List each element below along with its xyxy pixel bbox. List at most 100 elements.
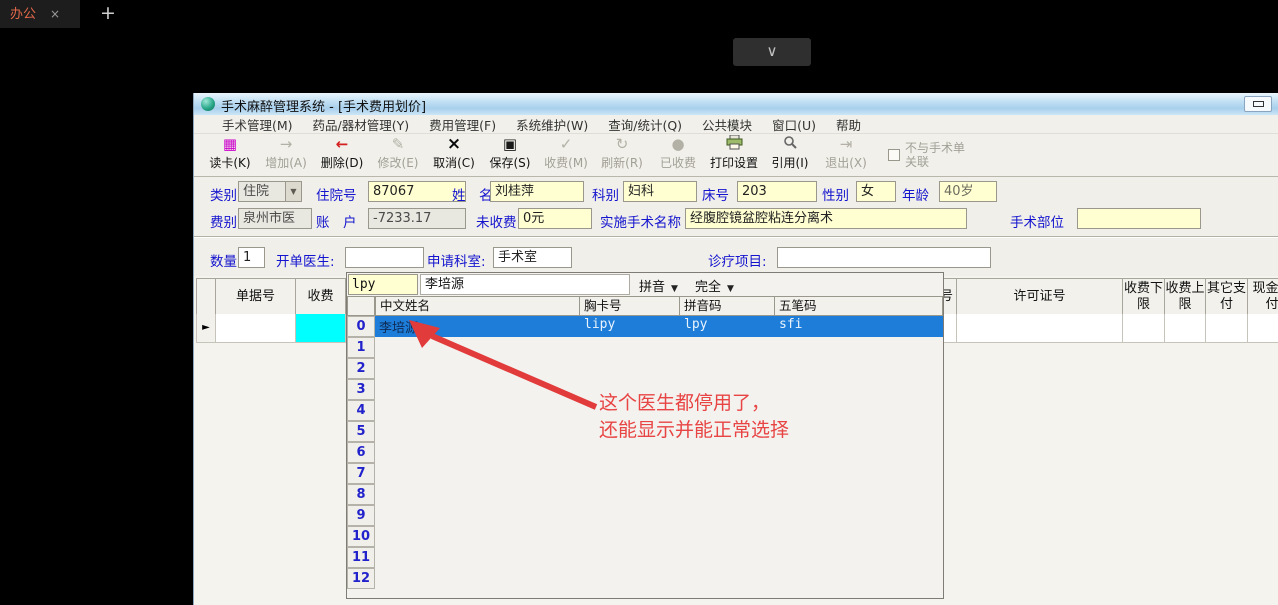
menu-item-maintenance[interactable]: 系统维护(W) bbox=[516, 115, 588, 134]
qty-field[interactable]: 1 bbox=[238, 247, 265, 268]
match-name-box: 李培源 bbox=[420, 274, 630, 295]
menu-item-window[interactable]: 窗口(U) bbox=[772, 115, 816, 134]
request-dept-field[interactable]: 手术室 bbox=[493, 247, 572, 268]
bed-field[interactable]: 203 bbox=[737, 181, 817, 202]
row-number-7[interactable]: 7 bbox=[347, 463, 375, 484]
grid-header-other-pay[interactable]: 其它支付 bbox=[1205, 278, 1248, 315]
category-select[interactable]: 住院 ▼ bbox=[238, 181, 302, 202]
row-number-3[interactable]: 3 bbox=[347, 379, 375, 400]
age-label: 年龄 bbox=[902, 188, 929, 204]
grid-cell-other[interactable] bbox=[1205, 314, 1248, 343]
account-field[interactable]: -7233.17 bbox=[368, 208, 466, 229]
tab-office-label: 办公 bbox=[10, 7, 37, 22]
lookup-header-wubi[interactable]: 五笔码 bbox=[774, 296, 943, 316]
new-tab-button[interactable]: + bbox=[96, 0, 120, 28]
grid-header-indicator bbox=[196, 278, 216, 315]
menu-item-public[interactable]: 公共模块 bbox=[702, 115, 752, 134]
surgery-name-field[interactable]: 经腹腔镜盆腔粘连分离术 bbox=[685, 208, 967, 229]
charge-icon: ✓ bbox=[559, 135, 573, 153]
patient-name-label: 姓 名 bbox=[452, 188, 493, 204]
grid-cell-license[interactable] bbox=[956, 314, 1123, 343]
refresh-icon: ↻ bbox=[615, 135, 629, 153]
minimize-icon bbox=[1253, 101, 1264, 107]
cancel-button[interactable]: × 取消(C) bbox=[426, 135, 482, 175]
cancel-icon: × bbox=[446, 134, 462, 154]
grid-header-cash-pay[interactable]: 现金支付 bbox=[1247, 278, 1278, 315]
combo-arrow-icon[interactable]: ▼ bbox=[285, 182, 301, 201]
delete-button[interactable]: ← 删除(D) bbox=[314, 135, 370, 175]
grid-header-max-charge[interactable]: 收费上限 bbox=[1164, 278, 1206, 315]
doctor-query-input[interactable]: lpy bbox=[348, 274, 418, 295]
grid-header-license[interactable]: 许可证号 bbox=[956, 278, 1123, 315]
grid-cell-max[interactable] bbox=[1164, 314, 1206, 343]
collapse-chevron-button[interactable]: ∨ bbox=[733, 38, 811, 66]
reference-button[interactable]: 引用(I) bbox=[762, 135, 818, 175]
category-label: 类别 bbox=[210, 188, 237, 204]
grid-header-receipt[interactable]: 单据号 bbox=[215, 278, 296, 315]
grid-cell-cash[interactable] bbox=[1247, 314, 1278, 343]
grid-cell-min[interactable] bbox=[1122, 314, 1165, 343]
match-mode-select[interactable]: 完全 ▼ bbox=[695, 276, 734, 295]
grid-header-min-charge[interactable]: 收费下限 bbox=[1122, 278, 1165, 315]
lookup-header-corner bbox=[347, 296, 375, 316]
row-number-9[interactable]: 9 bbox=[347, 505, 375, 526]
fee-type-label: 费别 bbox=[210, 215, 237, 231]
lookup-header-pinyin[interactable]: 拼音码 bbox=[679, 296, 775, 316]
printer-icon bbox=[706, 134, 762, 154]
row-number-10[interactable]: 10 bbox=[347, 526, 375, 547]
unpaid-field[interactable]: 0元 bbox=[518, 208, 592, 229]
grid-cell-charge-selected[interactable] bbox=[295, 314, 346, 343]
row-number-5[interactable]: 5 bbox=[347, 421, 375, 442]
treatment-item-field[interactable] bbox=[777, 247, 991, 268]
row-number-8[interactable]: 8 bbox=[347, 484, 375, 505]
exit-icon: ⇥ bbox=[839, 135, 853, 153]
window-titlebar[interactable]: 手术麻醉管理系统 - [手术费用划价] bbox=[194, 93, 1278, 115]
menubar: 手术管理(M) 药品/器材管理(Y) 费用管理(F) 系统维护(W) 查询/统计… bbox=[194, 115, 1278, 134]
checkbox-icon bbox=[888, 149, 900, 161]
read-card-button[interactable]: ▦ 读卡(K) bbox=[202, 135, 258, 175]
minimize-button[interactable] bbox=[1244, 96, 1272, 112]
row-number-4[interactable]: 4 bbox=[347, 400, 375, 421]
menu-item-fee[interactable]: 费用管理(F) bbox=[429, 115, 496, 134]
refresh-button: ↻ 刷新(R) bbox=[594, 135, 650, 175]
grid-header-charge[interactable]: 收费 bbox=[295, 278, 346, 315]
menu-item-drug[interactable]: 药品/器材管理(Y) bbox=[313, 115, 410, 134]
row-number-0[interactable]: 0 bbox=[347, 316, 375, 337]
delete-icon: ← bbox=[335, 135, 349, 153]
pinyin-mode-arrow-icon: ▼ bbox=[671, 284, 678, 294]
account-label: 账 户 bbox=[316, 215, 357, 231]
menu-item-help[interactable]: 帮助 bbox=[836, 115, 861, 134]
age-field[interactable]: 40岁 bbox=[939, 181, 997, 202]
tab-close-icon[interactable]: × bbox=[50, 7, 60, 21]
fee-type-field[interactable]: 泉州市医 bbox=[238, 208, 312, 229]
row-number-1[interactable]: 1 bbox=[347, 337, 375, 358]
tab-office[interactable]: 办公 × bbox=[0, 0, 80, 28]
exit-button: ⇥ 退出(X) bbox=[818, 135, 874, 175]
app-icon bbox=[201, 97, 215, 111]
request-dept-label: 申请科室: bbox=[427, 254, 486, 270]
lookup-header-name[interactable]: 中文姓名 bbox=[375, 296, 580, 316]
surgery-site-field[interactable] bbox=[1077, 208, 1201, 229]
grid-cell-receipt[interactable] bbox=[215, 314, 296, 343]
no-link-checkbox[interactable]: 不与手术单 关联 bbox=[888, 141, 965, 169]
row-number-6[interactable]: 6 bbox=[347, 442, 375, 463]
order-doctor-field[interactable] bbox=[345, 247, 424, 268]
row-indicator-icon: ► bbox=[196, 314, 216, 343]
gender-field[interactable]: 女 bbox=[856, 181, 896, 202]
gender-label: 性别 bbox=[822, 188, 849, 204]
print-settings-button[interactable]: 打印设置 bbox=[706, 134, 762, 175]
dept-field[interactable]: 妇科 bbox=[623, 181, 697, 202]
patient-name-field[interactable]: 刘桂萍 bbox=[490, 181, 584, 202]
lookup-header-badge[interactable]: 胸卡号 bbox=[579, 296, 680, 316]
add-button: → 增加(A) bbox=[258, 135, 314, 175]
row-number-11[interactable]: 11 bbox=[347, 547, 375, 568]
row-number-2[interactable]: 2 bbox=[347, 358, 375, 379]
save-button[interactable]: ▣ 保存(S) bbox=[482, 135, 538, 175]
menu-item-surgery[interactable]: 手术管理(M) bbox=[222, 115, 293, 134]
red-arrow-icon bbox=[409, 320, 598, 410]
row-number-12[interactable]: 12 bbox=[347, 568, 375, 589]
pinyin-mode-select[interactable]: 拼音 ▼ bbox=[639, 276, 678, 295]
unpaid-label: 未收费 bbox=[476, 215, 517, 231]
menu-item-query[interactable]: 查询/统计(Q) bbox=[608, 115, 682, 134]
charged-icon: ● bbox=[671, 135, 685, 153]
